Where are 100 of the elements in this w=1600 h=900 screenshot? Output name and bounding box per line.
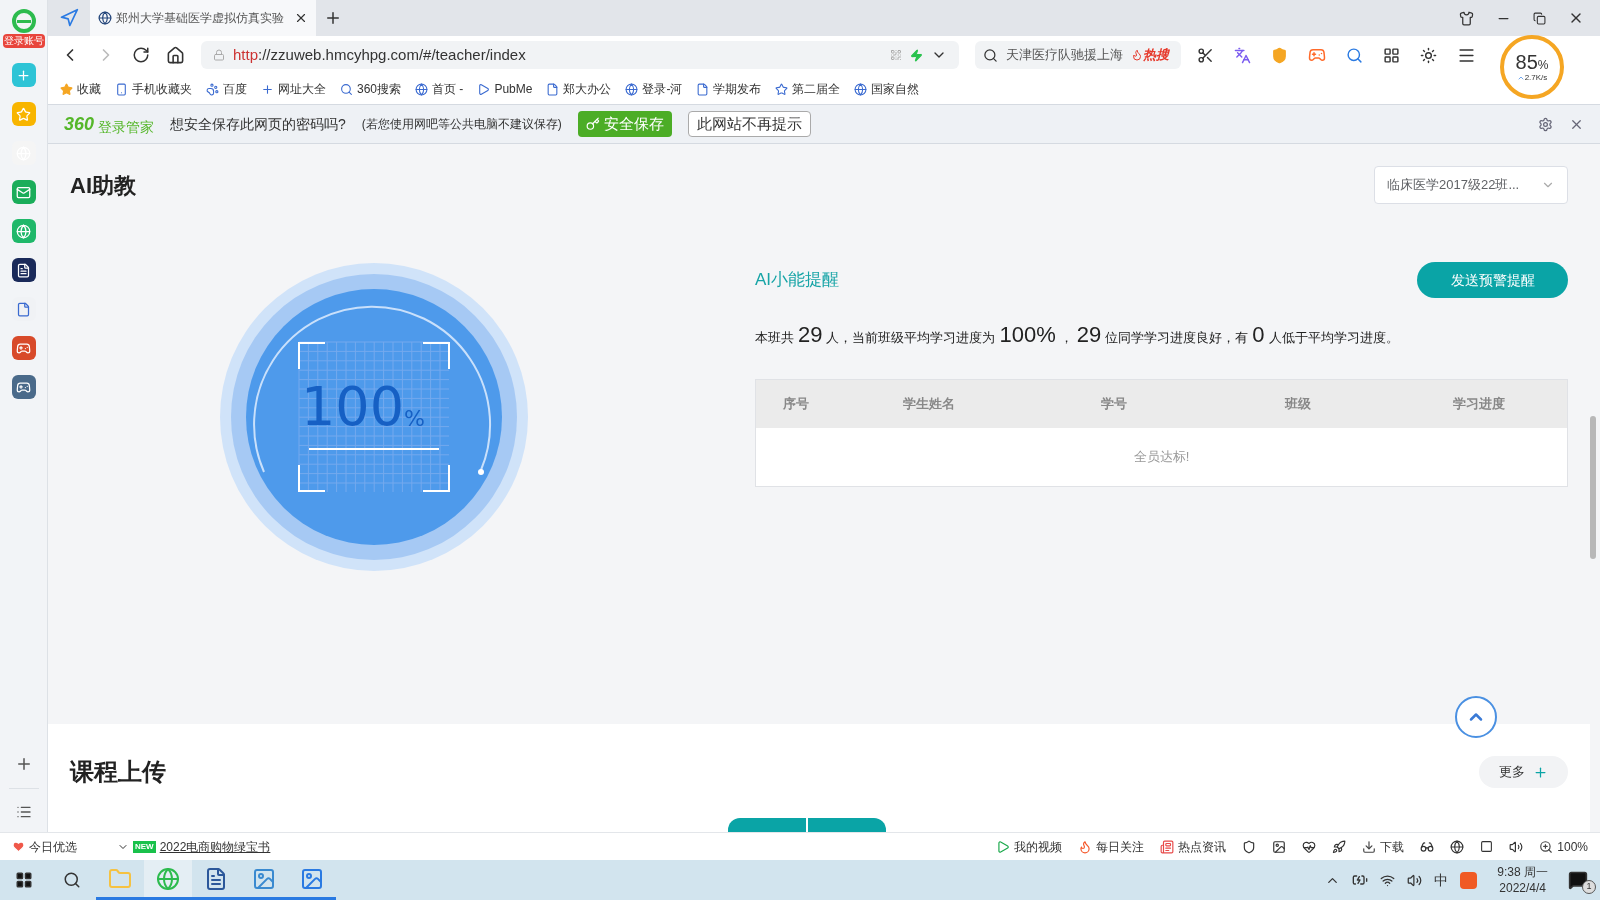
bookmark-item[interactable]: 网址大全 (261, 80, 326, 98)
bookmark-item[interactable]: 学期发布 (696, 80, 762, 98)
section-title: AI助教 (70, 171, 136, 200)
book-icon[interactable] (11, 258, 36, 282)
notification-icon[interactable] (1568, 870, 1588, 890)
status-item[interactable]: 热点资讯 (1160, 837, 1227, 856)
window-icon[interactable] (1480, 839, 1494, 853)
volume-icon[interactable] (1509, 839, 1524, 854)
game-icon[interactable] (11, 375, 36, 399)
column-header: 学号 (1100, 395, 1128, 414)
reload-icon[interactable] (132, 46, 150, 64)
game-icon[interactable] (1308, 46, 1326, 64)
glasses-icon[interactable] (1420, 839, 1435, 854)
bookmark-icon (854, 82, 868, 96)
image-icon[interactable] (1272, 839, 1287, 854)
status-item[interactable]: 下载 (1362, 837, 1405, 856)
summary-text: 本班共 29 人，当前班级平均学习进度为 100% ， 29 位同学学习进度良好，有 0 人低于平均学习进度。 (755, 321, 1400, 349)
password-note: (若您使用网吧等公共电脑不建议保存) (361, 116, 562, 133)
translate-icon[interactable] (1234, 46, 1251, 64)
column-header: 班级 (1283, 395, 1312, 414)
bookmark-item[interactable]: 360搜索 (340, 80, 402, 98)
bookmark-icon (261, 82, 274, 96)
game-icon[interactable] (11, 336, 36, 360)
bookmark-icon (115, 82, 128, 96)
clock[interactable]: 9:38 周一 2022/4/4 (1497, 864, 1548, 896)
daily-picks-link[interactable]: 今日优选 (12, 837, 77, 856)
start-icon[interactable] (15, 871, 33, 889)
bookmark-icon (477, 82, 491, 96)
battery-icon[interactable] (1352, 872, 1369, 888)
promo-link[interactable]: 2022电商购物绿宝书 (159, 837, 271, 856)
status-item[interactable]: 每日关注 (1078, 837, 1145, 856)
bookmark-icon (206, 82, 219, 96)
password-question: 想安全保存此网页的密码吗? (170, 114, 346, 134)
bookmark-item[interactable]: 收藏 (60, 80, 101, 98)
brightness-icon[interactable] (1420, 46, 1437, 64)
site-icon (98, 11, 112, 25)
apps-grid-icon[interactable] (1383, 46, 1400, 64)
list-icon[interactable] (15, 804, 32, 820)
never-button[interactable]: 此网站不再提示 (687, 111, 811, 137)
bookmark-item[interactable]: 郑大办公 (546, 80, 612, 98)
progress-percent: 100% (301, 380, 425, 434)
wifi-icon[interactable] (1380, 872, 1396, 888)
heart-icon (12, 840, 25, 853)
bookmark-icon (696, 82, 710, 96)
more-button[interactable]: 更多 (1479, 756, 1568, 788)
status-item[interactable]: 100% (1539, 837, 1588, 856)
input-method-icon[interactable] (1460, 871, 1478, 889)
skin-icon[interactable] (1459, 10, 1474, 26)
home-icon[interactable] (166, 45, 185, 65)
search-icon[interactable] (1346, 46, 1363, 64)
status-icon (996, 839, 1011, 854)
settings-icon[interactable] (1538, 116, 1553, 132)
ime-indicator[interactable]: 中 (1434, 869, 1449, 891)
bookmark-item[interactable]: 国家自然 (854, 80, 920, 98)
status-icon (1078, 839, 1093, 854)
bookmark-item[interactable]: 登录-河 (625, 80, 683, 98)
column-header: 学生姓名 (902, 395, 956, 414)
bookmark-item[interactable]: 第二届全 (775, 80, 841, 98)
notification-count: 1 (1582, 880, 1596, 894)
close-icon[interactable] (294, 11, 308, 25)
restore-icon[interactable] (1533, 11, 1546, 25)
bookmark-icon (415, 82, 429, 96)
scissors-icon[interactable] (1197, 46, 1214, 64)
bookmark-icon (546, 82, 560, 96)
shield-icon[interactable] (1242, 839, 1257, 854)
bookmark-icon (60, 82, 73, 96)
browser-tab[interactable]: 郑州大学基础医学虚拟仿真实验 (90, 0, 316, 36)
address-field[interactable]: http://zzuweb.hmcyhpg.com/#/teacher/index (201, 41, 959, 69)
bookmark-icon (775, 82, 789, 96)
section-title: 课程上传 (70, 757, 166, 787)
heart-pulse-icon[interactable] (1302, 839, 1317, 854)
bookmark-item[interactable]: 百度 (206, 80, 247, 98)
column-header: 学习进度 (1451, 395, 1506, 414)
new-tab-icon[interactable] (324, 9, 342, 27)
tab-button[interactable] (808, 818, 886, 832)
bookmark-icon (340, 82, 353, 96)
plus-icon (1533, 764, 1548, 780)
alert-title: AI小能提醒 (755, 269, 840, 292)
login-label[interactable]: 登录账号 (2, 34, 45, 48)
browser-icon[interactable] (144, 860, 192, 900)
bookmark-item[interactable]: 首页 - (415, 80, 464, 98)
empty-message: 全员达标! (756, 428, 1567, 486)
search-icon[interactable] (63, 871, 81, 889)
bookmark-item[interactable]: PubMe (477, 80, 533, 98)
mail-icon[interactable] (11, 180, 36, 204)
class-select[interactable]: 临床医学2017级22班... (1374, 166, 1568, 204)
globe-icon[interactable] (1450, 839, 1465, 854)
volume-icon[interactable] (1407, 872, 1423, 888)
brand-logo: 360 登录管家 (64, 112, 155, 137)
scrollbar-thumb[interactable] (1590, 416, 1596, 559)
tab-button[interactable] (728, 818, 806, 832)
search-field[interactable]: 天津医疗队驰援上海 热搜 (975, 41, 1181, 69)
status-icon (1160, 839, 1175, 854)
bookmark-item[interactable]: 手机收藏夹 (115, 80, 192, 98)
status-item[interactable]: 我的视频 (996, 837, 1063, 856)
new-badge: NEW (133, 840, 156, 853)
bookmark-icon (625, 82, 639, 96)
key-icon (585, 117, 600, 131)
rocket-icon[interactable] (1332, 839, 1347, 854)
navigation-icon[interactable] (59, 8, 79, 28)
